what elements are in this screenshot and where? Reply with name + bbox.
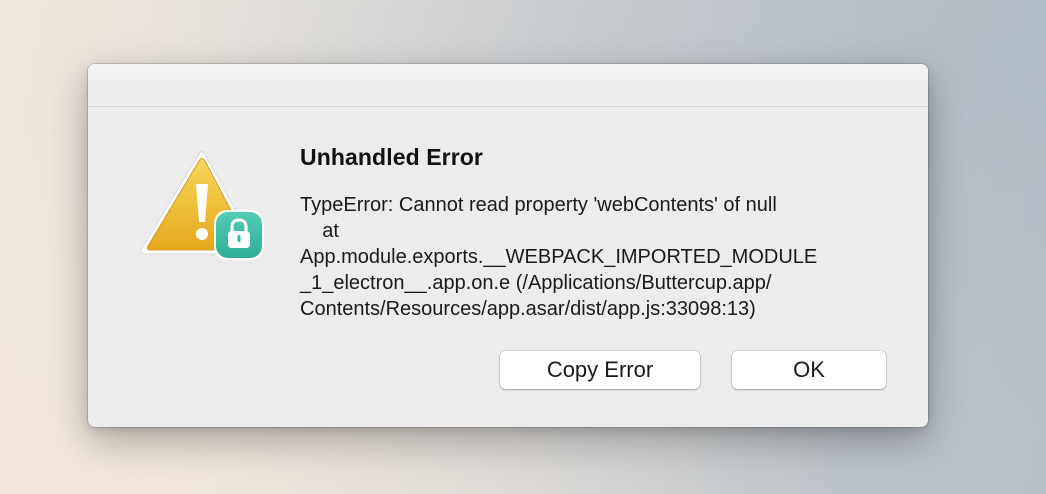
dialog-title: Unhandled Error bbox=[300, 144, 483, 170]
copy-error-button[interactable]: Copy Error bbox=[500, 351, 700, 389]
error-dialog: Unhandled Error TypeError: Cannot read p… bbox=[88, 64, 928, 427]
ok-button[interactable]: OK bbox=[732, 351, 886, 389]
dialog-titlebar bbox=[88, 64, 928, 107]
error-message: TypeError: Cannot read property 'webCont… bbox=[300, 194, 818, 320]
app-lock-badge-icon bbox=[214, 210, 264, 260]
warning-icon bbox=[138, 150, 266, 270]
